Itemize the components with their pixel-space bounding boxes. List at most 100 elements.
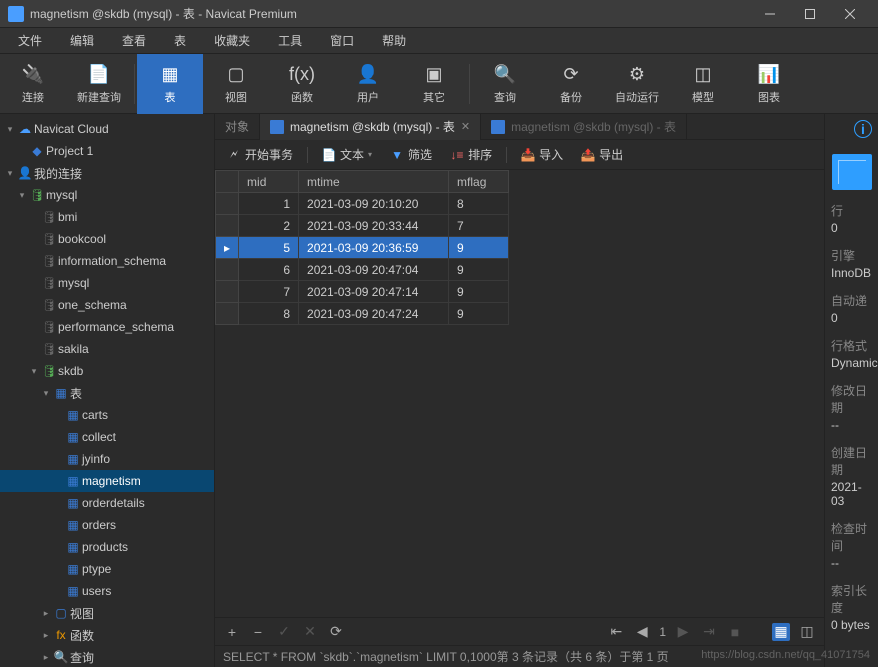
cell-mid[interactable]: 6 xyxy=(239,259,299,281)
tree-item-magnetism[interactable]: ▦magnetism xyxy=(0,470,214,492)
tool-other[interactable]: ▣其它 xyxy=(401,54,467,114)
tool-func[interactable]: f(x)函数 xyxy=(269,54,335,114)
begin-transaction-button[interactable]: 🗲开始事务 xyxy=(223,146,297,163)
delete-row-button[interactable]: − xyxy=(249,623,267,641)
refresh-button[interactable]: ⟳ xyxy=(327,623,345,641)
expand-icon[interactable]: ▸ xyxy=(40,652,52,663)
menu-工具[interactable]: 工具 xyxy=(264,28,316,54)
import-button[interactable]: 📥导入 xyxy=(517,146,567,163)
tree-item-mysql[interactable]: 🛢mysql xyxy=(0,272,214,294)
close-tab-icon[interactable]: ✕ xyxy=(461,120,470,133)
cell-mtime[interactable]: 2021-03-09 20:47:04 xyxy=(299,259,449,281)
tool-query[interactable]: 🔍查询 xyxy=(472,54,538,114)
tree-item-skdb[interactable]: ▾🛢skdb xyxy=(0,360,214,382)
data-grid[interactable]: midmtimemflag12021-03-09 20:10:20822021-… xyxy=(215,170,824,617)
cell-mtime[interactable]: 2021-03-09 20:47:24 xyxy=(299,303,449,325)
menu-查看[interactable]: 查看 xyxy=(108,28,160,54)
table-row[interactable]: 12021-03-09 20:10:208 xyxy=(216,193,509,215)
tree-item-collect[interactable]: ▦collect xyxy=(0,426,214,448)
minimize-button[interactable] xyxy=(750,0,790,28)
tree-item-jyinfo[interactable]: ▦jyinfo xyxy=(0,448,214,470)
tool-chart[interactable]: 📊图表 xyxy=(736,54,802,114)
tree-item-orders[interactable]: ▦orders xyxy=(0,514,214,536)
menu-收藏夹[interactable]: 收藏夹 xyxy=(200,28,264,54)
tab[interactable]: 对象 xyxy=(215,114,260,140)
first-page-button[interactable]: ⇤ xyxy=(607,623,625,641)
col-mflag[interactable]: mflag xyxy=(449,171,509,193)
tree-item-orderdetails[interactable]: ▦orderdetails xyxy=(0,492,214,514)
tree-item-bookcool[interactable]: 🛢bookcool xyxy=(0,228,214,250)
grid-view-button[interactable]: ▦ xyxy=(772,623,790,641)
cell-mid[interactable]: 5 xyxy=(239,237,299,259)
menu-帮助[interactable]: 帮助 xyxy=(368,28,420,54)
tool-backup[interactable]: ⟳备份 xyxy=(538,54,604,114)
tree-item-视图[interactable]: ▸▢视图 xyxy=(0,602,214,624)
export-button[interactable]: 📤导出 xyxy=(577,146,627,163)
col-mid[interactable]: mid xyxy=(239,171,299,193)
tool-user[interactable]: 👤用户 xyxy=(335,54,401,114)
expand-icon[interactable]: ▾ xyxy=(4,168,16,179)
expand-icon[interactable]: ▾ xyxy=(28,366,40,377)
table-row[interactable]: 82021-03-09 20:47:249 xyxy=(216,303,509,325)
tree-item-函数[interactable]: ▸fx函数 xyxy=(0,624,214,646)
sidebar[interactable]: ▾☁Navicat Cloud◆Project 1▾👤我的连接▾🛢mysql🛢b… xyxy=(0,114,215,667)
cell-mflag[interactable]: 7 xyxy=(449,215,509,237)
tool-model[interactable]: ◫模型 xyxy=(670,54,736,114)
tree-item-one_schema[interactable]: 🛢one_schema xyxy=(0,294,214,316)
tree-item-Project 1[interactable]: ◆Project 1 xyxy=(0,140,214,162)
tool-connect[interactable]: 🔌连接 xyxy=(0,54,66,114)
menu-表[interactable]: 表 xyxy=(160,28,200,54)
tree-item-查询[interactable]: ▸🔍查询 xyxy=(0,646,214,667)
cancel-button[interactable]: ✕ xyxy=(301,623,319,641)
table-row[interactable]: 22021-03-09 20:33:447 xyxy=(216,215,509,237)
cell-mflag[interactable]: 9 xyxy=(449,281,509,303)
last-page-button[interactable]: ⇥ xyxy=(700,623,718,641)
maximize-button[interactable] xyxy=(790,0,830,28)
expand-icon[interactable]: ▸ xyxy=(40,630,52,641)
tool-view[interactable]: ▢视图 xyxy=(203,54,269,114)
stop-button[interactable]: ■ xyxy=(726,623,744,641)
tree-item-我的连接[interactable]: ▾👤我的连接 xyxy=(0,162,214,184)
cell-mflag[interactable]: 9 xyxy=(449,303,509,325)
cell-mid[interactable]: 1 xyxy=(239,193,299,215)
tree-item-carts[interactable]: ▦carts xyxy=(0,404,214,426)
close-button[interactable] xyxy=(830,0,870,28)
cell-mid[interactable]: 2 xyxy=(239,215,299,237)
tree-item-ptype[interactable]: ▦ptype xyxy=(0,558,214,580)
menu-文件[interactable]: 文件 xyxy=(4,28,56,54)
cell-mtime[interactable]: 2021-03-09 20:10:20 xyxy=(299,193,449,215)
sort-button[interactable]: ↓≡排序 xyxy=(446,146,496,163)
cell-mtime[interactable]: 2021-03-09 20:47:14 xyxy=(299,281,449,303)
tree-item-bmi[interactable]: 🛢bmi xyxy=(0,206,214,228)
cell-mflag[interactable]: 9 xyxy=(449,259,509,281)
cell-mflag[interactable]: 8 xyxy=(449,193,509,215)
text-button[interactable]: 📄文本▾ xyxy=(318,146,376,163)
table-row[interactable]: 72021-03-09 20:47:149 xyxy=(216,281,509,303)
tool-auto[interactable]: ⚙自动运行 xyxy=(604,54,670,114)
cell-mtime[interactable]: 2021-03-09 20:36:59 xyxy=(299,237,449,259)
apply-button[interactable]: ✓ xyxy=(275,623,293,641)
tree-item-users[interactable]: ▦users xyxy=(0,580,214,602)
add-row-button[interactable]: + xyxy=(223,623,241,641)
tree-item-Navicat Cloud[interactable]: ▾☁Navicat Cloud xyxy=(0,118,214,140)
table-row[interactable]: ▸52021-03-09 20:36:599 xyxy=(216,237,509,259)
table-row[interactable]: 62021-03-09 20:47:049 xyxy=(216,259,509,281)
tree-item-mysql[interactable]: ▾🛢mysql xyxy=(0,184,214,206)
cell-mid[interactable]: 7 xyxy=(239,281,299,303)
menu-窗口[interactable]: 窗口 xyxy=(316,28,368,54)
tool-table[interactable]: ▦表 xyxy=(137,54,203,114)
expand-icon[interactable]: ▾ xyxy=(4,124,16,135)
tree-item-sakila[interactable]: 🛢sakila xyxy=(0,338,214,360)
expand-icon[interactable]: ▸ xyxy=(40,608,52,619)
cell-mtime[interactable]: 2021-03-09 20:33:44 xyxy=(299,215,449,237)
tool-newquery[interactable]: 📄新建查询 xyxy=(66,54,132,114)
tree-item-information_schema[interactable]: 🛢information_schema xyxy=(0,250,214,272)
tab[interactable]: magnetism @skdb (mysql) - 表✕ xyxy=(260,114,481,140)
tab[interactable]: magnetism @skdb (mysql) - 表 xyxy=(481,114,687,140)
cell-mflag[interactable]: 9 xyxy=(449,237,509,259)
expand-icon[interactable]: ▾ xyxy=(16,190,28,201)
tree-item-performance_schema[interactable]: 🛢performance_schema xyxy=(0,316,214,338)
cell-mid[interactable]: 8 xyxy=(239,303,299,325)
expand-icon[interactable]: ▾ xyxy=(40,388,52,399)
tree-item-表[interactable]: ▾▦表 xyxy=(0,382,214,404)
